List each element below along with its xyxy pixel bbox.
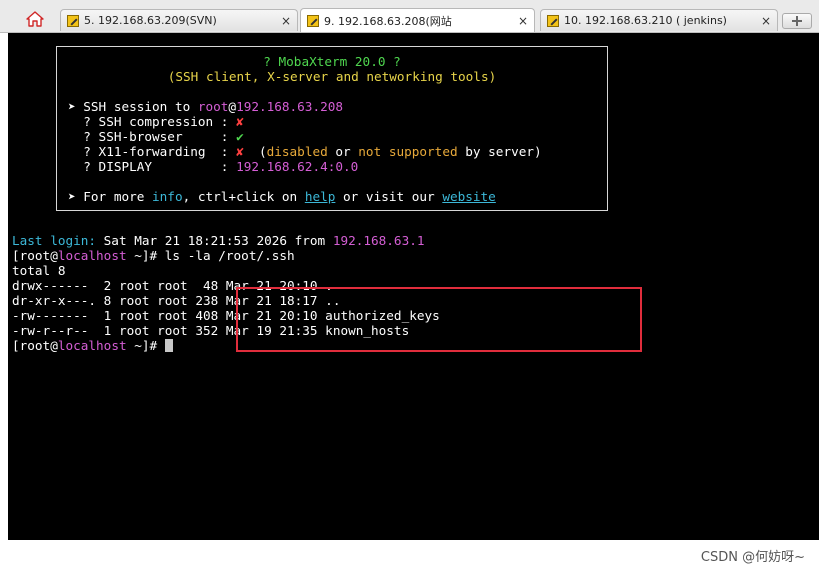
new-tab-button[interactable] bbox=[782, 13, 812, 29]
x11-by-server: by server) bbox=[457, 144, 542, 159]
x11-not-supported: not supported bbox=[358, 144, 458, 159]
new-tab-icon bbox=[792, 16, 802, 26]
banner-box: ? MobaXterm 20.0 ? (SSH client, X-server… bbox=[56, 46, 608, 211]
terminal-cursor bbox=[164, 339, 173, 352]
row-label: ? SSH-browser : bbox=[68, 129, 237, 144]
check-icon: ✔ bbox=[236, 129, 244, 144]
prompt-open: [root@ bbox=[12, 338, 58, 353]
last-login-label: Last login: bbox=[12, 233, 97, 248]
website-link[interactable]: website bbox=[442, 189, 495, 204]
row-label: ? DISPLAY : bbox=[68, 159, 237, 174]
ssh-user: root bbox=[197, 99, 229, 114]
tab-bar: 5. 192.168.63.209(SVN) × 9. 192.168.63.2… bbox=[0, 0, 819, 33]
last-login-line: Last login: Sat Mar 21 18:21:53 2026 fro… bbox=[12, 233, 425, 248]
help-link[interactable]: help bbox=[305, 189, 336, 204]
watermark: CSDN @何妨呀~ bbox=[700, 550, 805, 565]
bottom-strip bbox=[0, 540, 819, 572]
ssh-compression-row: ? SSH compression : ✘ bbox=[68, 114, 244, 129]
command-text: ls -la /root/.ssh bbox=[164, 248, 295, 263]
cross-icon: ✘ bbox=[236, 144, 244, 159]
tool-icon bbox=[547, 14, 559, 27]
command-line: [root@localhost ~]# ls -la /root/.ssh bbox=[12, 248, 295, 263]
home-button[interactable] bbox=[22, 9, 48, 29]
tab-label: 9. 192.168.63.208(网站 bbox=[324, 14, 452, 28]
home-icon bbox=[26, 11, 44, 27]
tool-icon bbox=[307, 14, 319, 27]
ssh-at: @ bbox=[228, 99, 237, 114]
ssh-browser-row: ? SSH-browser : ✔ bbox=[68, 129, 244, 144]
banner-title: ? MobaXterm 20.0 ? bbox=[263, 54, 401, 69]
cross-icon: ✘ bbox=[236, 114, 244, 129]
tab-svn[interactable]: 5. 192.168.63.209(SVN) × bbox=[60, 9, 298, 31]
tool-icon bbox=[67, 14, 79, 27]
prompt-open: [root@ bbox=[12, 248, 58, 263]
x11-disabled: disabled bbox=[266, 144, 328, 159]
prompt-close: ~]# bbox=[126, 338, 165, 353]
tab-label: 10. 192.168.63.210 ( jenkins) bbox=[564, 14, 727, 27]
prompt-close: ~]# bbox=[126, 248, 165, 263]
tab-label: 5. 192.168.63.209(SVN) bbox=[84, 14, 217, 27]
info-link[interactable]: info bbox=[152, 189, 183, 204]
output-line: total 8 bbox=[12, 263, 66, 278]
x11-forwarding-row: ? X11-forwarding : ✘ (disabled or not su… bbox=[68, 144, 542, 159]
close-icon[interactable]: × bbox=[759, 14, 773, 28]
close-icon[interactable]: × bbox=[279, 14, 293, 28]
tab-website[interactable]: 9. 192.168.63.208(网站 × bbox=[300, 8, 535, 32]
row-label: ? SSH compression : bbox=[68, 114, 237, 129]
display-row: ? DISPLAY : 192.168.62.4:0.0 bbox=[68, 159, 358, 174]
close-icon[interactable]: × bbox=[516, 14, 530, 28]
row-label: ? X11-forwarding : bbox=[68, 144, 237, 159]
tab-jenkins[interactable]: 10. 192.168.63.210 ( jenkins) × bbox=[540, 9, 778, 31]
ssh-session-line: ➤ SSH session to root@192.168.63.208 bbox=[68, 99, 343, 114]
x11-note-open: ( bbox=[243, 144, 267, 159]
display-value: 192.168.62.4:0.0 bbox=[236, 159, 359, 174]
final-prompt-line[interactable]: [root@localhost ~]# bbox=[12, 338, 173, 353]
highlight-box bbox=[236, 287, 642, 352]
banner-subtitle: (SSH client, X-server and networking too… bbox=[167, 69, 497, 84]
last-login-ip: 192.168.63.1 bbox=[332, 233, 425, 248]
last-login-text: Sat Mar 21 18:21:53 2026 from bbox=[96, 233, 333, 248]
prompt-host: localhost bbox=[57, 248, 127, 263]
ssh-session-prefix: ➤ SSH session to bbox=[68, 99, 198, 114]
more-prefix: ➤ For more bbox=[68, 189, 153, 204]
more-or: or visit our bbox=[335, 189, 443, 204]
more-info-line: ➤ For more info, ctrl+click on help or v… bbox=[68, 189, 496, 204]
ssh-host: 192.168.63.208 bbox=[236, 99, 344, 114]
prompt-host: localhost bbox=[57, 338, 127, 353]
x11-or: or bbox=[327, 144, 359, 159]
more-mid: , ctrl+click on bbox=[182, 189, 305, 204]
